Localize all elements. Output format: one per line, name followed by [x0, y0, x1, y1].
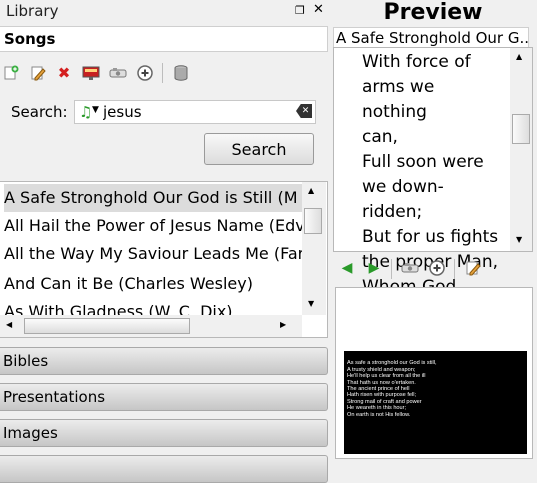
previous-slide-icon[interactable]: ◀ — [337, 258, 357, 278]
song-results-list[interactable]: A Safe Stronghold Our God is Still (M Al… — [0, 181, 328, 338]
list-item[interactable]: All the Way My Saviour Leads Me (Far — [4, 240, 302, 268]
send-live-icon[interactable] — [400, 258, 420, 278]
float-panel-icon[interactable]: ❐ — [295, 4, 305, 17]
search-type-dropdown-icon[interactable]: ▼ — [92, 105, 99, 115]
preview-title: Preview — [383, 0, 483, 25]
music-note-icon[interactable]: ♫ — [79, 103, 92, 121]
search-button[interactable]: Search — [204, 133, 314, 165]
verse-scrollbar[interactable]: ▲ ▼ — [510, 48, 532, 251]
scroll-down-icon[interactable]: ▼ — [308, 299, 314, 308]
library-title: Library — [6, 2, 59, 20]
search-field[interactable]: ♫ ▼ ✕ — [74, 100, 316, 124]
scroll-up-icon[interactable]: ▲ — [516, 52, 522, 61]
toolbar-separator — [391, 259, 392, 279]
list-item[interactable]: And Can it Be (Charles Wesley) — [4, 270, 302, 298]
library-panel: Library ❐ ✕ Songs ✖ Search: ♫ ▼ ✕ Search… — [0, 0, 330, 483]
search-label: Search: — [11, 103, 68, 121]
slide-preview-screen[interactable]: As safe a stronghold our God is still, A… — [344, 351, 527, 454]
results-horizontal-scrollbar[interactable]: ◀ ▶ — [0, 315, 302, 337]
close-panel-icon[interactable]: ✕ — [313, 2, 324, 17]
scroll-left-icon[interactable]: ◀ — [6, 320, 12, 329]
next-slide-icon[interactable]: ▶ — [364, 258, 384, 278]
list-item[interactable]: All Hail the Power of Jesus Name (Edv — [4, 212, 302, 240]
edit-icon[interactable] — [463, 258, 483, 278]
clear-search-icon[interactable]: ✕ — [296, 104, 312, 118]
scroll-thumb[interactable] — [512, 114, 530, 144]
preview-icon[interactable] — [80, 62, 102, 84]
bibles-section-header[interactable]: Bibles — [0, 347, 328, 375]
results-vertical-scrollbar[interactable]: ▲ ▼ — [302, 182, 326, 315]
send-live-icon[interactable] — [107, 62, 129, 84]
toolbar-separator — [162, 63, 163, 83]
songs-section-label: Songs — [4, 30, 56, 48]
scroll-up-icon[interactable]: ▲ — [308, 186, 314, 195]
delete-song-icon[interactable]: ✖ — [53, 62, 75, 84]
toolbar-separator — [454, 259, 455, 279]
slide-preview-panel: As safe a stronghold our God is still, A… — [335, 287, 533, 459]
scroll-down-icon[interactable]: ▼ — [516, 235, 522, 244]
list-item[interactable]: A Safe Stronghold Our God is Still (M — [4, 184, 302, 212]
import-icon[interactable] — [170, 62, 192, 84]
preview-verse-list[interactable]: With force of arms we nothing can, Full … — [333, 47, 533, 297]
presentations-section-header[interactable]: Presentations — [0, 383, 328, 411]
scroll-thumb[interactable] — [304, 208, 322, 234]
add-to-service-icon[interactable] — [134, 62, 156, 84]
scroll-thumb[interactable] — [24, 318, 190, 334]
images-section-header[interactable]: Images — [0, 419, 328, 447]
add-to-service-icon[interactable] — [427, 258, 447, 278]
preview-song-title: A Safe Stronghold Our G... — [333, 27, 529, 49]
scroll-right-icon[interactable]: ▶ — [280, 320, 286, 329]
search-input[interactable] — [103, 102, 283, 122]
new-song-icon[interactable] — [0, 62, 22, 84]
edit-song-icon[interactable] — [27, 62, 49, 84]
slide-text: As safe a stronghold our God is still, A… — [347, 360, 437, 418]
songs-section-header[interactable]: Songs — [0, 26, 328, 52]
media-section-header[interactable] — [0, 455, 328, 483]
